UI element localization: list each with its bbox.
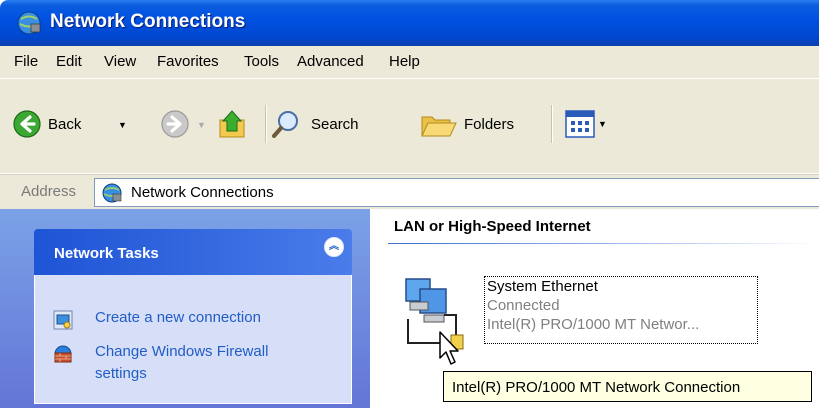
toolbar-separator (265, 105, 267, 143)
address-label: Address (21, 183, 77, 200)
views-icon (565, 110, 595, 138)
network-connections-icon (102, 183, 122, 203)
change-firewall-settings-link[interactable]: Change Windows Firewall (95, 341, 268, 363)
back-button[interactable]: Back (12, 109, 81, 139)
menu-edit[interactable]: Edit (56, 53, 82, 70)
views-button[interactable]: ▼ (565, 110, 607, 138)
window-title: Network Connections (50, 11, 246, 32)
create-new-connection-link[interactable]: Create a new connection (95, 307, 261, 329)
address-bar: Address Network Connections (0, 174, 819, 209)
group-divider (388, 243, 819, 244)
menu-tools[interactable]: Tools (244, 53, 279, 70)
connection-label[interactable]: System Ethernet Connected Intel(R) PRO/1… (484, 276, 758, 344)
group-header: LAN or High-Speed Internet (394, 218, 591, 235)
mouse-cursor-icon (439, 331, 459, 365)
connection-device: Intel(R) PRO/1000 MT Networ... (487, 316, 700, 333)
menu-help[interactable]: Help (389, 53, 420, 70)
lan-connection-icon (405, 278, 464, 350)
network-connections-icon (17, 11, 41, 35)
search-button[interactable]: Search (271, 108, 359, 140)
change-firewall-settings-link-line2[interactable]: settings (95, 363, 147, 385)
connection-status: Connected (487, 297, 560, 314)
title-bar[interactable]: Network Connections (0, 0, 819, 46)
address-value: Network Connections (131, 184, 274, 201)
folders-button[interactable]: Folders (420, 109, 514, 139)
folders-icon (421, 116, 457, 137)
network-tasks-title: Network Tasks (54, 245, 159, 262)
network-tasks-body: Create a new connection Change Windows F… (34, 275, 352, 404)
task-pane: Network Tasks ︽ Create a new connection … (0, 209, 370, 408)
menu-view[interactable]: View (104, 53, 136, 70)
menu-advanced[interactable]: Advanced (297, 53, 364, 70)
folder-up-icon (219, 110, 245, 138)
back-label: Back (48, 115, 82, 133)
search-label: Search (311, 115, 359, 133)
tooltip: Intel(R) PRO/1000 MT Network Connection (443, 371, 812, 402)
menu-bar: File Edit View Favorites Tools Advanced … (0, 46, 819, 79)
chevron-up-double-icon[interactable]: ︽ (324, 237, 344, 257)
menu-file[interactable]: File (14, 53, 38, 70)
toolbar-separator-2 (551, 105, 553, 143)
back-arrow-icon (13, 110, 41, 138)
network-tasks-panel: Network Tasks ︽ Create a new connection … (34, 229, 352, 404)
firewall-icon (54, 345, 72, 363)
network-tasks-header[interactable]: Network Tasks ︽ (34, 229, 352, 275)
views-dropdown-icon: ▼ (598, 119, 607, 129)
menu-favorites[interactable]: Favorites (157, 53, 219, 70)
folders-label: Folders (464, 115, 515, 133)
toolbar: Back ▼ ▼ Search Folders ▼ (0, 79, 819, 174)
up-button[interactable] (217, 107, 251, 141)
forward-dropdown-icon[interactable]: ▼ (197, 120, 206, 130)
forward-arrow-icon (161, 110, 189, 138)
back-dropdown-icon[interactable]: ▼ (118, 120, 127, 130)
new-connection-icon (53, 310, 73, 330)
magnifier-icon (272, 111, 298, 138)
forward-button[interactable] (160, 109, 190, 139)
connection-name: System Ethernet (487, 278, 598, 295)
address-input[interactable]: Network Connections (94, 178, 819, 207)
